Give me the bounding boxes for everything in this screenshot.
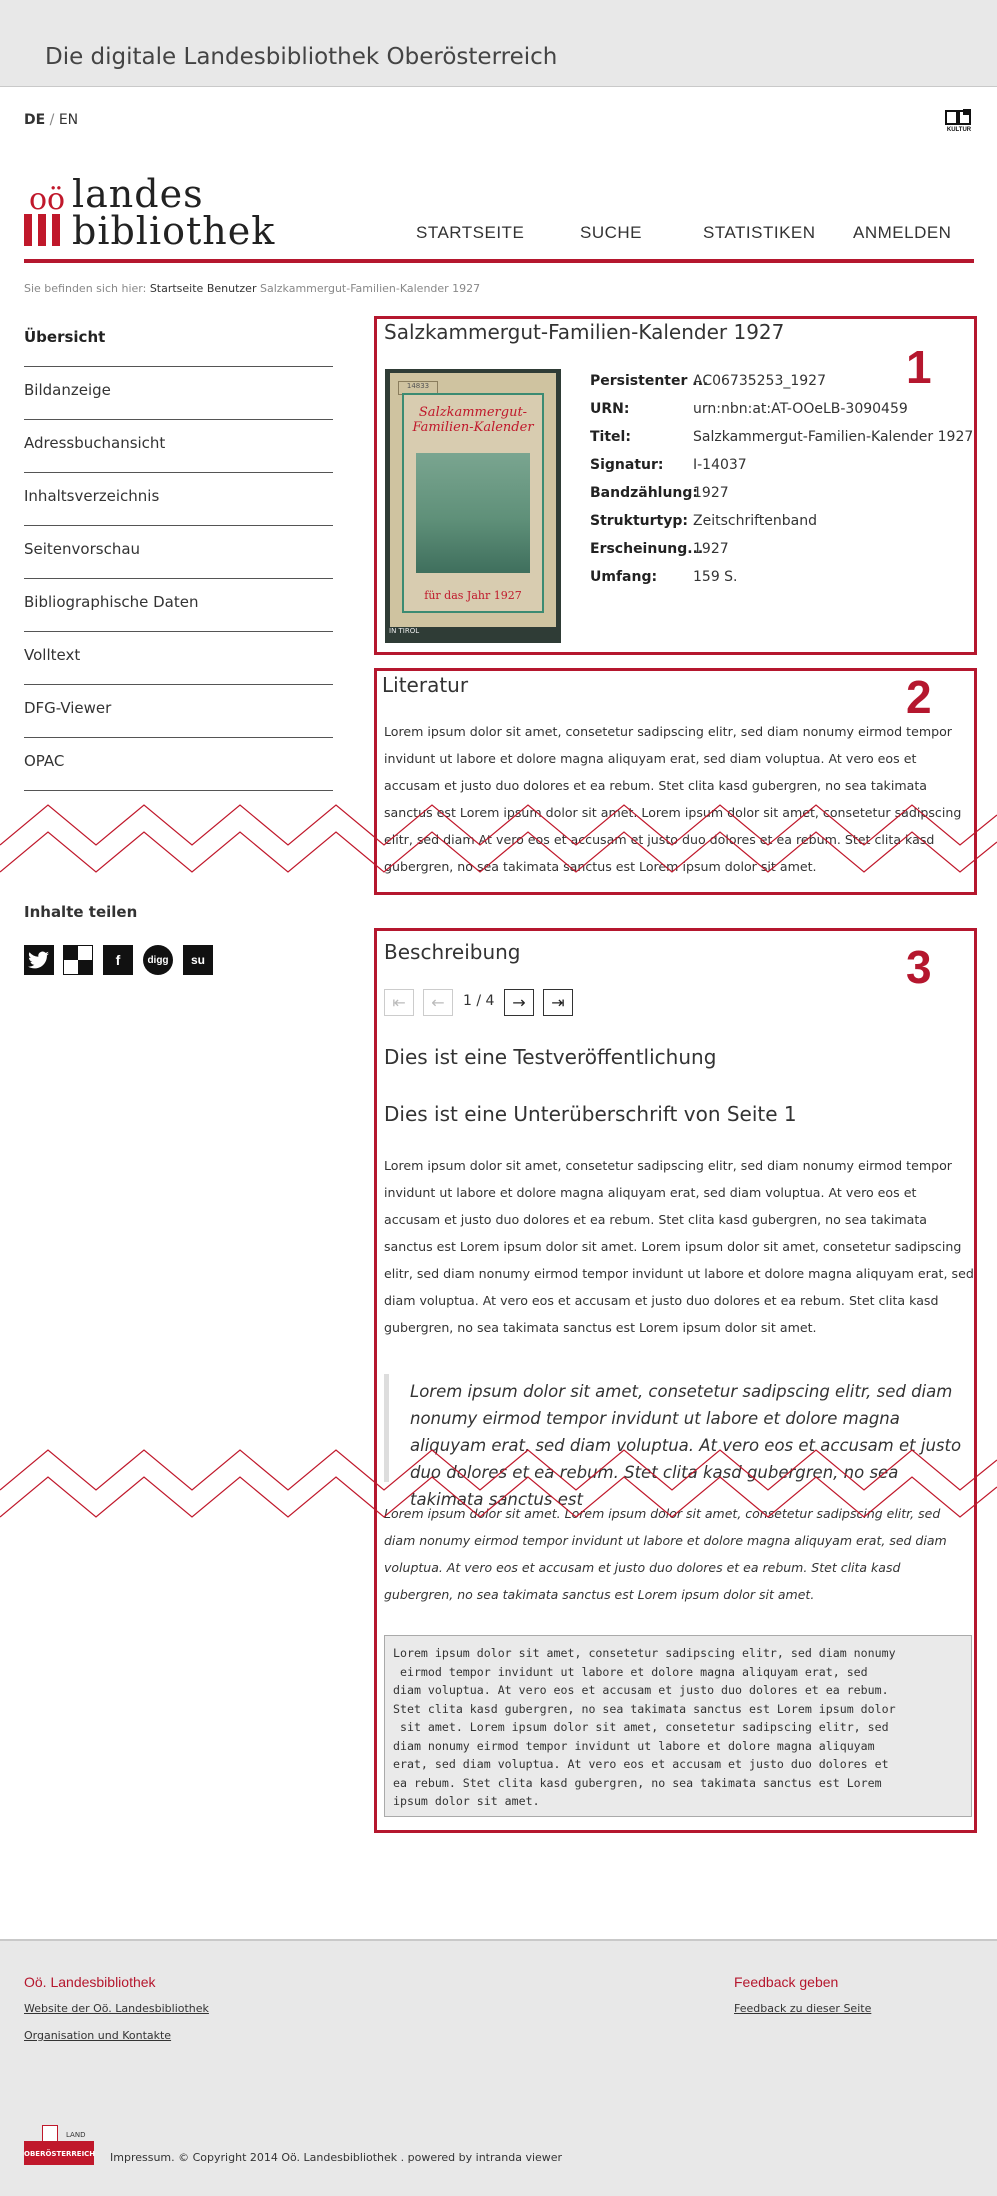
intranda-link[interactable]: intranda viewer [476,2151,562,2164]
share-title: Inhalte teilen [24,903,138,921]
cover-illustration [416,453,530,573]
footer-link-organisation[interactable]: Organisation und Kontakte [24,2029,171,2042]
twitter-icon[interactable] [24,945,54,975]
box-number-3: 3 [906,941,932,993]
meta-label: URN: [590,401,630,417]
sidebar-item-bildanzeige[interactable]: Bildanzeige [24,367,333,420]
breadcrumb-benutzer[interactable]: Benutzer [207,282,257,295]
breadcrumb-startseite[interactable]: Startseite [150,282,204,295]
sidebar-item-opac[interactable]: OPAC [24,738,333,791]
copyright-line: Impressum. © Copyright 2014 Oö. Landesbi… [110,2151,562,2164]
footer-link-website[interactable]: Website der Oö. Landesbibliothek [24,2002,209,2015]
cover-footer: IN TIROL [389,627,420,635]
meta-label: Umfang: [590,569,658,585]
language-switch: DE / EN [24,112,78,128]
logo-line2: bibliothek [72,209,276,253]
pager-prev-button[interactable]: ← [423,989,453,1016]
sidebar-item-bibliographische-daten[interactable]: Bibliographische Daten [24,579,333,632]
facebook-icon[interactable]: f [103,945,133,975]
tear-overlay [0,1449,997,1518]
sidebar-item-seitenvorschau[interactable]: Seitenvorschau [24,526,333,579]
meta-label: Erscheinung... [590,541,704,557]
cover-title: Salzkammergut-Familien-Kalender [412,405,534,435]
meta-label: Strukturtyp: [590,513,688,529]
meta-label: Signatur: [590,457,664,473]
land-logo-top: LAND [66,2131,86,2139]
site-title: Die digitale Landesbibliothek Oberösterr… [45,44,558,70]
lang-separator: / [49,112,55,128]
record-title: Salzkammergut-Familien-Kalender 1927 [384,320,785,344]
preformatted-block: Lorem ipsum dolor sit amet, consetetur s… [384,1635,972,1817]
breadcrumb: Sie befinden sich hier: Startseite Benut… [24,282,480,295]
land-ooe-logo[interactable]: LAND OBERÖSTERREICH [24,2119,96,2165]
breadcrumb-current: Salzkammergut-Familien-Kalender 1927 [259,282,481,295]
sidebar-item-dfg-viewer[interactable]: DFG-Viewer [24,685,333,738]
lang-en-link[interactable]: EN [59,112,78,128]
pager-status: 1 / 4 [463,993,495,1009]
kultur-label: KULTUR [946,127,972,133]
meta-value: Zeitschriftenband [693,513,817,529]
meta-value: AC06735253_1927 [693,373,826,389]
meta-value: 1927 [693,485,729,501]
content-paragraph: Lorem ipsum dolor sit amet, consetetur s… [384,1158,974,1335]
stumbleupon-icon[interactable]: su [183,945,213,975]
nav-divider [24,259,974,263]
pager-next-button[interactable]: → [504,989,534,1016]
land-logo-bottom: OBERÖSTERREICH [24,2150,96,2158]
nav-statistiken[interactable]: STATISTIKEN [703,223,816,243]
cover-frame: Salzkammergut-Familien-Kalender für das … [402,393,544,613]
meta-value: I-14037 [693,457,747,473]
cover-thumbnail[interactable]: 14833 Salzkammergut-Familien-Kalender fü… [385,369,561,643]
logo-bar [24,214,32,246]
pager-last-button[interactable]: ⇥ [543,989,573,1016]
sidebar-item-uebersicht[interactable]: Übersicht [24,314,333,367]
sidebar-item-volltext[interactable]: Volltext [24,632,333,685]
preformatted-text: Lorem ipsum dolor sit amet, consetetur s… [393,1646,896,1808]
pager-first-button[interactable]: ⇤ [384,989,414,1016]
delicious-icon[interactable] [63,945,93,975]
meta-value: 159 S. [693,569,738,585]
meta-value: urn:nbn:at:AT-OOeLB-3090459 [693,401,908,417]
copyright-text: . © Copyright 2014 Oö. Landesbibliothek … [171,2151,476,2164]
content-heading: Dies ist eine Testveröffentlichung [384,1045,717,1069]
meta-value: Salzkammergut-Familien-Kalender 1927 [693,429,974,445]
digg-icon[interactable]: digg [143,945,173,975]
footer-col1-title: Oö. Landesbibliothek [24,1974,156,1990]
content-subheading: Dies ist eine Unterüberschrift von Seite… [384,1102,797,1126]
impressum-link[interactable]: Impressum [110,2151,171,2164]
nav-suche[interactable]: SUCHE [580,223,642,243]
sidebar-item-inhaltsverzeichnis[interactable]: Inhaltsverzeichnis [24,473,333,526]
lang-de-link[interactable]: DE [24,112,45,128]
meta-label: Bandzählung: [590,485,699,501]
logo-oo-text: oö [29,182,66,217]
kultur-icon[interactable]: KULTUR [943,109,975,139]
meta-label: Titel: [590,429,631,445]
box-number-2: 2 [906,671,932,723]
nav-startseite[interactable]: STARTSEITE [416,223,524,243]
footer-col2-title: Feedback geben [734,1974,839,1990]
logo-bar [38,214,46,246]
tear-overlay [0,804,997,873]
literature-title: Literatur [382,673,469,697]
footer-link-feedback[interactable]: Feedback zu dieser Seite [734,2002,871,2015]
sidebar-item-adressbuchansicht[interactable]: Adressbuchansicht [24,420,333,473]
meta-value: 1927 [693,541,729,557]
cover-page: 14833 Salzkammergut-Familien-Kalender fü… [390,373,556,627]
nav-anmelden[interactable]: ANMELDEN [853,223,951,243]
meta-label: Persistenter ... [590,373,709,389]
breadcrumb-prefix: Sie befinden sich hier: [24,282,147,295]
logo-bar [52,214,60,246]
library-logo[interactable]: oö landes bibliothek [24,168,274,253]
cover-year: für das Jahr 1927 [424,589,522,602]
box-number-1: 1 [906,341,932,393]
description-title: Beschreibung [384,940,521,964]
